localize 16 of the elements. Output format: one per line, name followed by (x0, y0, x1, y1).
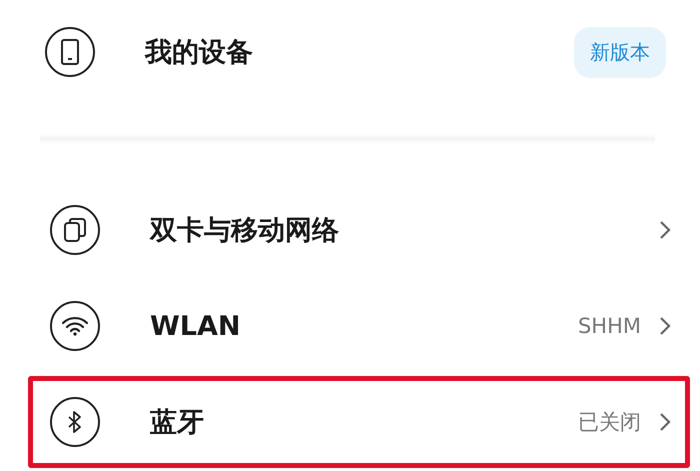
chevron-icon (659, 316, 671, 336)
chevron-icon (659, 412, 671, 432)
setting-value: SHHM (578, 314, 641, 338)
wifi-icon (62, 316, 88, 336)
setting-label: 双卡与移动网络 (150, 214, 340, 248)
settings-row[interactable]: 蓝牙 已关闭 (28, 376, 690, 468)
settings-row[interactable]: WLAN SHHM (28, 280, 690, 372)
setting-value: 已关闭 (578, 409, 641, 436)
device-title: 我的设备 (145, 36, 254, 70)
setting-label: 蓝牙 (150, 406, 205, 440)
settings-row[interactable]: 双卡与移动网络 (28, 184, 690, 276)
tablet-icon (61, 39, 79, 65)
chevron-icon (659, 220, 671, 240)
setting-label: WLAN (150, 310, 242, 342)
cards-icon (64, 218, 86, 242)
bluetooth-icon (68, 410, 82, 434)
